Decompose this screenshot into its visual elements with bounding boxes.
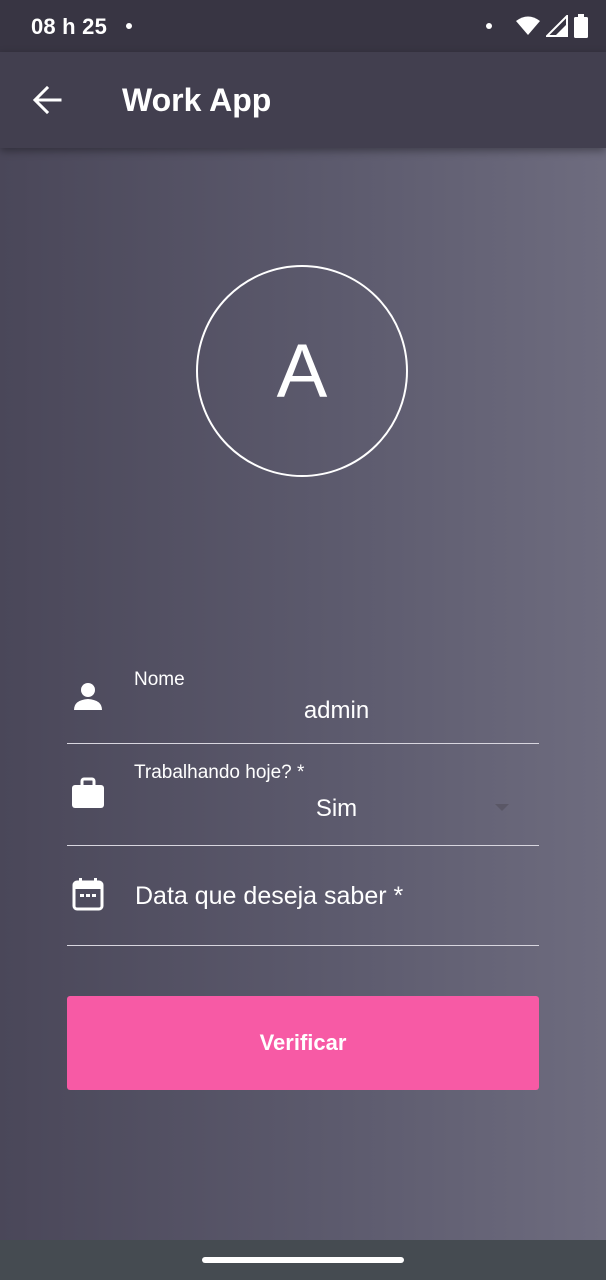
working-today-label: Trabalhando hoje? * — [134, 762, 305, 783]
name-field-label: Nome — [134, 669, 185, 690]
wifi-icon — [516, 16, 540, 35]
person-icon — [74, 683, 102, 710]
system-nav-bar — [0, 1240, 606, 1280]
calendar-icon — [72, 878, 104, 911]
working-today-select[interactable]: Trabalhando hoje? * Sim — [67, 744, 539, 846]
avatar: A — [196, 265, 408, 477]
chevron-down-icon[interactable] — [495, 804, 509, 811]
page-title: Work App — [122, 82, 272, 118]
date-field[interactable]: Data que deseja saber * — [67, 845, 539, 946]
name-field-value[interactable]: admin — [134, 697, 539, 725]
signal-icon — [546, 15, 568, 37]
avatar-letter: A — [276, 328, 328, 414]
verify-button[interactable]: Verificar — [67, 996, 539, 1090]
status-icons — [486, 14, 588, 38]
notification-dot-icon — [486, 23, 492, 29]
status-bar: 08 h 25 — [0, 0, 606, 52]
app-bar: Work App — [0, 52, 606, 148]
notification-dot-icon — [126, 23, 132, 29]
briefcase-icon — [72, 777, 104, 808]
date-field-placeholder[interactable]: Data que deseja saber * — [135, 882, 403, 911]
working-today-value[interactable]: Sim — [134, 795, 539, 823]
home-indicator[interactable] — [202, 1257, 404, 1263]
status-time: 08 h 25 — [31, 14, 108, 39]
name-field[interactable]: Nome admin — [67, 655, 539, 744]
battery-icon — [574, 14, 588, 38]
app-screen: 08 h 25 Work App A Nome admin Trabalhand… — [0, 0, 606, 1280]
arrow-left-icon[interactable] — [32, 85, 62, 115]
